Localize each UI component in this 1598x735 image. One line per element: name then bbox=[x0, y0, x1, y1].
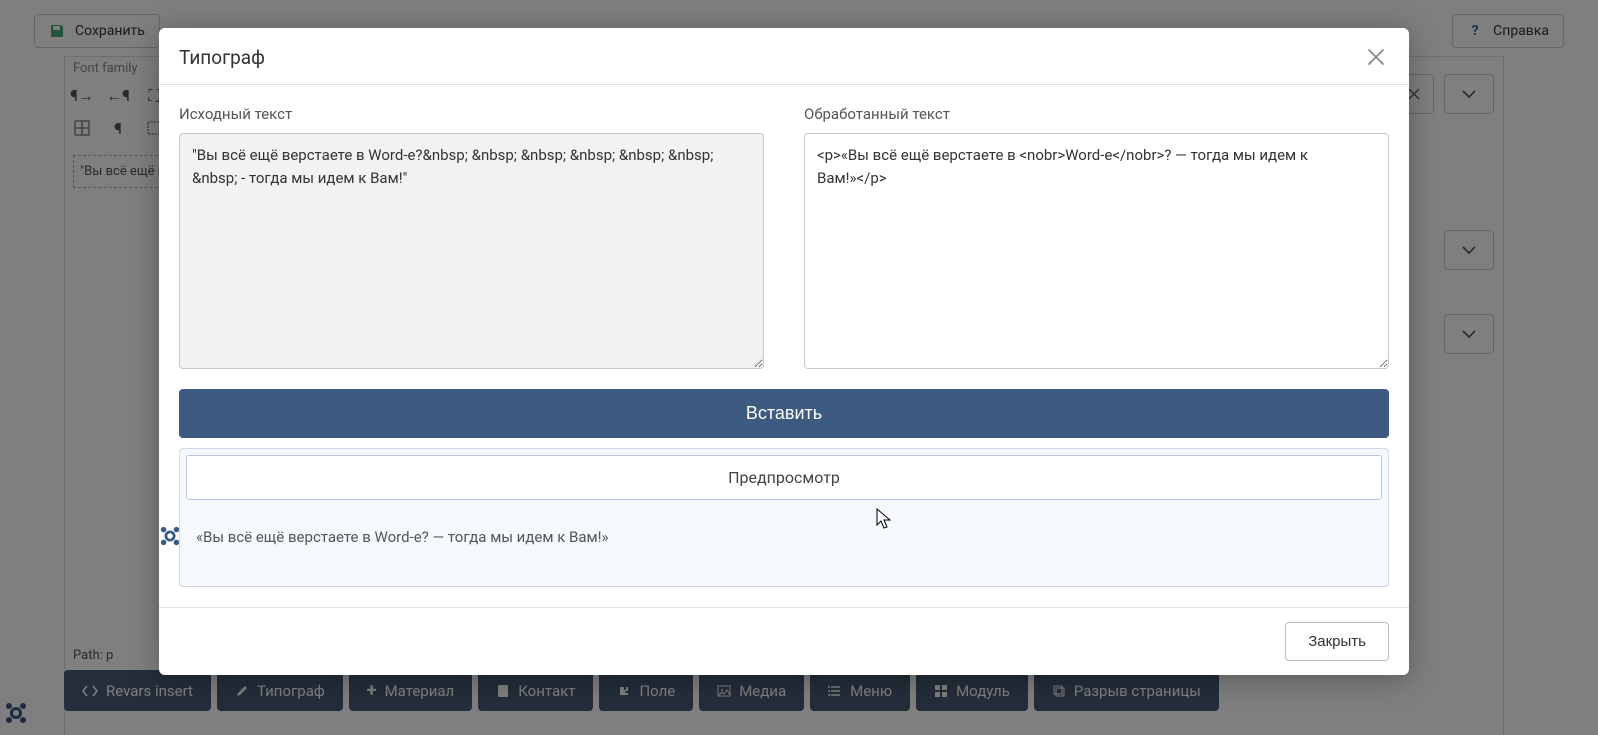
close-icon[interactable] bbox=[1363, 44, 1389, 70]
insert-button[interactable]: Вставить bbox=[179, 389, 1389, 438]
output-textarea[interactable] bbox=[804, 133, 1389, 369]
joomla-icon bbox=[159, 525, 183, 549]
modal-body: Исходный текст Обработанный текст Встави… bbox=[159, 85, 1409, 607]
output-label: Обработанный текст bbox=[804, 105, 1389, 123]
modal-title: Типограф bbox=[179, 46, 265, 69]
source-label: Исходный текст bbox=[179, 105, 764, 123]
preview-text: «Вы всё ещё верстаете в Word-е? — тогда … bbox=[186, 500, 1382, 580]
typograph-modal: Типограф Исходный текст Обработанный тек… bbox=[159, 28, 1409, 675]
preview-card: Предпросмотр «Вы всё ещё верстаете в Wor… bbox=[179, 448, 1389, 587]
close-button[interactable]: Закрыть bbox=[1285, 622, 1389, 661]
modal-header: Типограф bbox=[159, 28, 1409, 85]
preview-title: Предпросмотр bbox=[186, 455, 1382, 500]
source-textarea[interactable] bbox=[179, 133, 764, 369]
modal-footer: Закрыть bbox=[159, 607, 1409, 675]
